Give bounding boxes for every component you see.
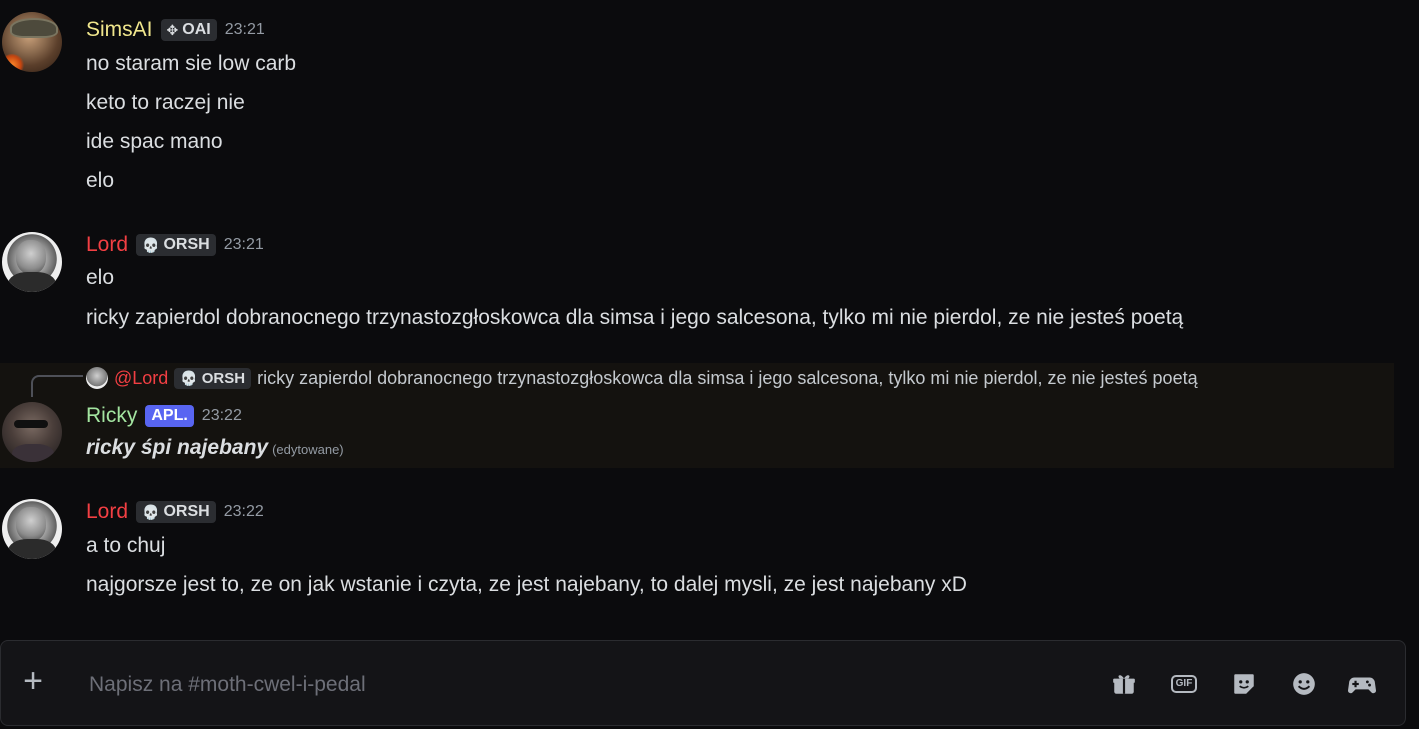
message-composer: + GIF — [0, 640, 1406, 726]
message-input[interactable] — [87, 667, 1091, 703]
message-header: SimsAI ✥ OAI 23:21 — [86, 18, 265, 42]
reply-text[interactable]: ricky zapierdol dobranocnego trzynastozg… — [257, 368, 1198, 389]
role-badge-label: OAI — [182, 21, 211, 38]
message-header: Ricky APL. 23:22 — [86, 404, 242, 428]
reply-preview[interactable]: @Lord 💀 ORSH ricky zapierdol dobranocneg… — [86, 367, 1198, 389]
avatar-ricky[interactable] — [2, 402, 62, 462]
reply-spine — [31, 375, 83, 397]
message-text: keto to raczej nie — [86, 91, 245, 114]
username-lord[interactable]: Lord — [86, 233, 128, 257]
skull-icon: 💀 — [142, 504, 160, 520]
skull-icon: 💀 — [142, 237, 160, 253]
username-simsai[interactable]: SimsAI — [86, 18, 153, 42]
sticker-icon[interactable] — [1229, 669, 1259, 699]
reply-mention[interactable]: @Lord — [114, 368, 168, 389]
role-badge-oai[interactable]: ✥ OAI — [160, 19, 217, 41]
avatar-lord[interactable] — [2, 499, 62, 559]
message-text: elo — [86, 169, 115, 192]
message-header: Lord 💀 ORSH 23:22 — [86, 500, 264, 524]
username-lord[interactable]: Lord — [86, 500, 128, 524]
plus-icon[interactable]: + — [17, 664, 49, 698]
timestamp: 23:21 — [223, 236, 264, 253]
gif-icon[interactable]: GIF — [1169, 669, 1199, 699]
skull-icon: 💀 — [180, 370, 198, 386]
message-text: ide spac mano — [86, 130, 223, 153]
reply-avatar — [86, 367, 108, 389]
timestamp: 23:22 — [201, 407, 242, 424]
timestamp: 23:22 — [223, 503, 264, 520]
message-text: ricky śpi najebany (edytowane) — [86, 436, 344, 460]
role-badge-orsh[interactable]: 💀 ORSH — [136, 234, 216, 256]
message-text: elo — [86, 266, 115, 289]
message-header: Lord 💀 ORSH 23:21 — [86, 233, 264, 257]
avatar-simsai[interactable] — [2, 12, 62, 72]
edited-label: (edytowane) — [272, 442, 344, 457]
timestamp: 23:21 — [224, 21, 265, 38]
gift-icon[interactable] — [1109, 669, 1139, 699]
avatar-lord[interactable] — [2, 232, 62, 292]
username-ricky[interactable]: Ricky — [86, 404, 137, 428]
message-text: a to chuj — [86, 534, 166, 557]
role-badge-label: ORSH — [163, 503, 210, 520]
gif-label: GIF — [1170, 675, 1198, 693]
role-badge-orsh[interactable]: 💀 ORSH — [174, 367, 252, 389]
role-badge-apl[interactable]: APL. — [145, 405, 194, 427]
gamepad-icon[interactable] — [1347, 669, 1377, 699]
message-text: ricky zapierdol dobranocnego trzynastozg… — [86, 306, 1184, 329]
message-text-content: ricky śpi najebany — [86, 436, 269, 459]
emoji-icon[interactable] — [1289, 669, 1319, 699]
role-badge-orsh[interactable]: 💀 ORSH — [136, 501, 216, 523]
role-badge-label: ORSH — [201, 369, 246, 387]
role-badge-label: ORSH — [163, 236, 210, 253]
message-text: no staram sie low carb — [86, 52, 297, 75]
message-text: najgorsze jest to, ze on jak wstanie i c… — [86, 573, 967, 596]
diamond-move-icon: ✥ — [166, 22, 179, 38]
role-badge-label: APL. — [151, 407, 188, 424]
